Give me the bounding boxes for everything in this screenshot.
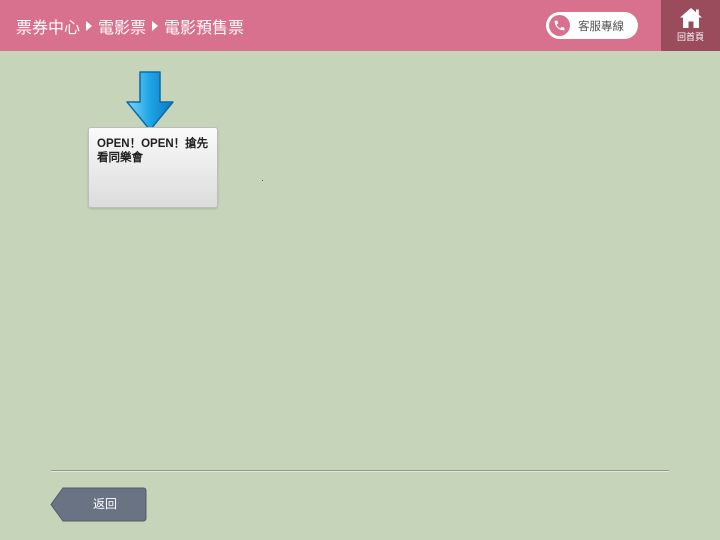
breadcrumb: 票券中心 電影票 電影預售票	[16, 0, 244, 51]
breadcrumb-separator-icon	[86, 20, 93, 31]
down-arrow-icon	[126, 71, 174, 131]
footer-divider	[51, 470, 669, 472]
back-button-label: 返回	[92, 497, 117, 511]
breadcrumb-item-ticket-center[interactable]: 票券中心	[16, 14, 80, 38]
phone-icon	[549, 15, 570, 36]
event-card-title: OPEN！OPEN！搶先看同樂會	[97, 138, 209, 164]
home-button[interactable]: 回首頁	[661, 0, 720, 51]
customer-service-label: 客服專線	[578, 18, 624, 33]
home-icon	[679, 8, 702, 28]
event-card[interactable]: OPEN！OPEN！搶先看同樂會	[88, 127, 218, 208]
breadcrumb-item-movie-tickets[interactable]: 電影票	[98, 14, 146, 38]
stray-dot	[262, 180, 263, 181]
breadcrumb-item-movie-presale: 電影預售票	[164, 17, 245, 37]
breadcrumb-separator-icon	[152, 20, 159, 31]
customer-service-button[interactable]: 客服專線	[546, 12, 638, 39]
top-bar: 票券中心 電影票 電影預售票 客服專線 回首頁	[0, 0, 720, 51]
home-label: 回首頁	[676, 33, 704, 43]
back-button[interactable]: 返回	[50, 487, 147, 522]
